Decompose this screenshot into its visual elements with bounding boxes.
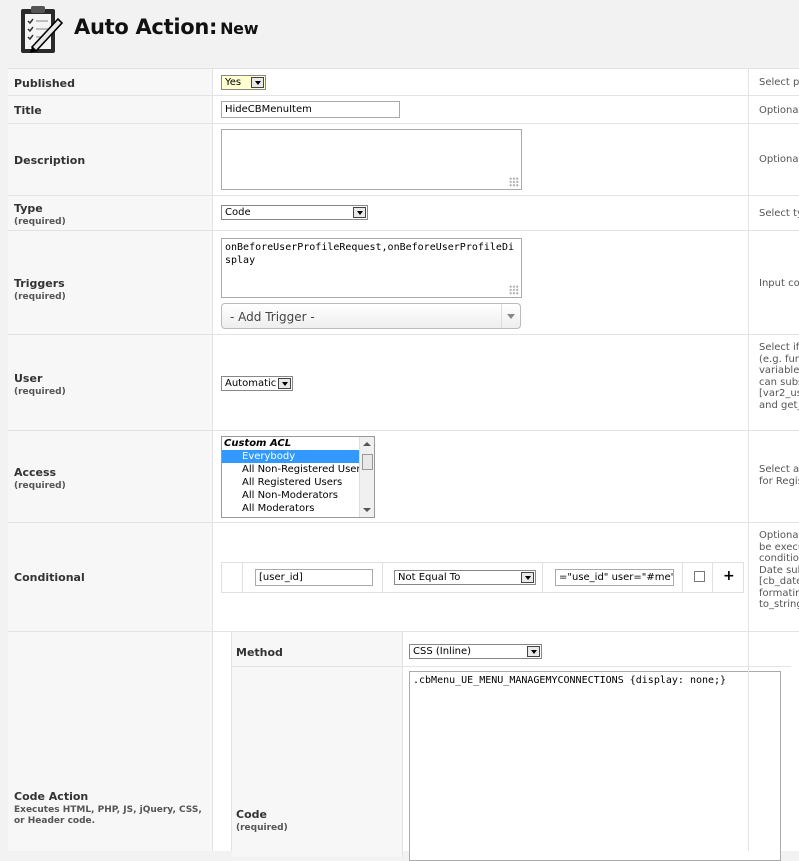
add-condition-icon[interactable]: + [723,568,735,584]
row-user: User (required) Automatic Select if (e.g.… [8,334,799,431]
user-desc: Select if (e.g. fun variable can subs [v… [759,342,799,411]
row-description: Description Optionall [8,123,799,196]
chevron-down-icon [527,646,540,657]
access-desc: Select ac for Regis [759,464,799,487]
access-option[interactable]: All Non-Registered Users [222,463,374,476]
chevron-down-icon [501,304,520,328]
access-option[interactable]: All Moderators [222,502,374,515]
triggers-label: Triggers (required) [14,277,66,302]
code-label: Code (required) [236,808,288,833]
description-textarea[interactable] [221,129,522,190]
scroll-up-icon[interactable] [363,442,371,446]
type-desc: Select ty [759,208,799,219]
row-triggers: Triggers (required) onBeforeUserProfileRe… [8,230,799,335]
chevron-down-icon [521,572,534,583]
page-title: Auto Action: New [74,15,259,39]
user-label: User (required) [14,372,66,397]
user-select[interactable]: Automatic [221,376,293,391]
resize-grip-icon[interactable] [509,285,519,295]
access-listbox[interactable]: Custom ACL Everybody All Non-Registered … [221,436,375,518]
conditional-label: Conditional [14,571,85,584]
title-desc: Optionall [759,105,799,116]
condition-checkbox[interactable] [694,571,705,582]
row-access: Access (required) Custom ACL Everybody Al… [8,430,799,523]
page-header: Auto Action: New [0,0,799,68]
row-published: Published Yes Select pu [8,68,799,96]
code-textarea[interactable]: .cbMenu_UE_MENU_MANAGEMYCONNECTIONS {dis… [409,671,781,861]
access-option[interactable]: Everybody [222,450,374,463]
chevron-down-icon [251,77,264,88]
condition-field-input[interactable]: [user_id] [255,569,373,586]
title-label: Title [14,104,42,117]
scroll-down-icon[interactable] [363,508,371,512]
type-label: Type (required) [14,202,66,227]
condition-value-input[interactable]: ="use_id" user="#me" /] [555,569,674,586]
published-desc: Select pu [759,77,799,88]
description-desc: Optionall [759,154,799,165]
add-trigger-select[interactable]: - Add Trigger - [221,303,521,329]
code-action-label: Code Action Executes HTML, PHP, JS, jQue… [14,790,202,826]
method-select[interactable]: CSS (Inline) [409,644,542,659]
row-type: Type (required) Code Select ty [8,195,799,231]
row-code-action: Code Action Executes HTML, PHP, JS, jQue… [8,631,799,861]
conditional-row: [user_id] Not Equal To ="use_id" user="#… [221,562,744,593]
published-label: Published [14,77,76,90]
resize-grip-icon[interactable] [509,177,519,187]
row-conditional: Conditional [user_id] Not Equal To ="use… [8,522,799,632]
conditional-desc: Optionall be execu conditio Date sub [cb… [759,530,799,610]
row-title: Title HideCBMenuItem Optionall [8,95,799,124]
condition-operator-select[interactable]: Not Equal To [394,570,536,585]
triggers-textarea[interactable]: onBeforeUserProfileRequest,onBeforeUserP… [221,238,522,298]
chevron-down-icon [278,378,291,389]
clipboard-pencil-icon [21,6,64,53]
access-option[interactable]: All Non-Moderators [222,489,374,502]
chevron-down-icon [353,207,366,218]
published-select[interactable]: Yes [221,75,266,90]
type-select[interactable]: Code [221,205,368,220]
access-group-label: Custom ACL [224,438,292,449]
scroll-thumb[interactable] [362,454,373,470]
access-option[interactable]: All Registered Users [222,476,374,489]
triggers-desc: Input con [759,278,799,289]
title-input[interactable]: HideCBMenuItem [221,101,400,118]
access-scrollbar[interactable] [359,437,374,517]
method-label: Method [236,646,283,659]
description-label: Description [14,154,86,167]
access-label: Access (required) [14,466,66,491]
